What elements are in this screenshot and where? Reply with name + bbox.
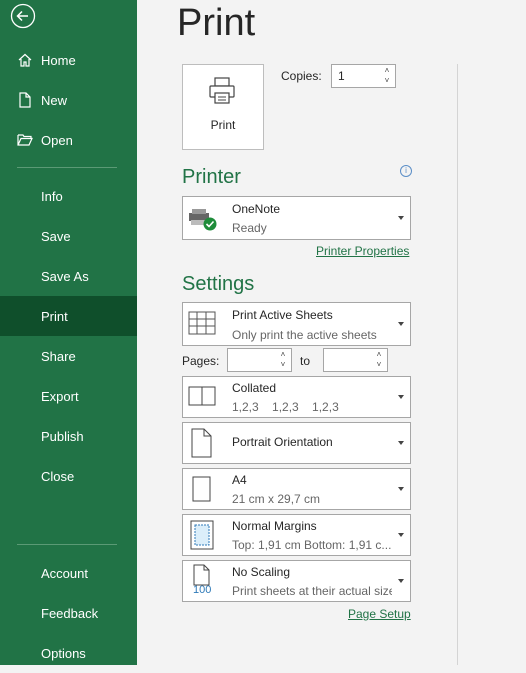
margins-icon: [190, 520, 214, 550]
pages-label: Pages:: [182, 354, 220, 368]
print-what-dropdown[interactable]: Print Active Sheets Only print the activ…: [182, 302, 411, 346]
spin-up-icon[interactable]: ˄: [278, 350, 288, 360]
pages-to-label: to: [300, 354, 311, 368]
sidebar-item-export[interactable]: Export: [0, 376, 137, 416]
printer-status: Ready: [232, 221, 267, 235]
chevron-down-icon: [398, 441, 404, 445]
print-button[interactable]: Print: [182, 64, 264, 150]
print-what-subtitle: Only print the active sheets: [232, 328, 377, 342]
page-setup-link[interactable]: Page Setup: [348, 607, 411, 621]
scaling-icon-text: 100: [193, 584, 212, 596]
paper-size-title: A4: [232, 473, 247, 487]
folder-icon: [16, 131, 34, 149]
sidebar-item-home[interactable]: Home: [0, 40, 137, 80]
sidebar-divider: [17, 544, 117, 545]
sidebar-item-label: Publish: [41, 428, 84, 444]
spin-down-icon[interactable]: ˅: [278, 360, 288, 370]
copies-label: Copies:: [281, 69, 322, 83]
pages-from-input[interactable]: ˄ ˅: [227, 348, 292, 372]
sidebar-item-label: Save: [41, 228, 71, 244]
spin-down-icon[interactable]: ˅: [382, 76, 392, 86]
printer-dropdown[interactable]: OneNote Ready: [182, 196, 411, 240]
preview-separator: [457, 64, 458, 665]
sidebar-item-label: New: [41, 92, 68, 108]
spin-down-icon[interactable]: ˅: [374, 360, 384, 370]
margins-title: Normal Margins: [232, 519, 317, 533]
sidebar-item-open[interactable]: Open: [0, 120, 137, 160]
sidebar-divider: [17, 167, 117, 168]
paper-size-icon: [192, 476, 211, 502]
sidebar-item-print[interactable]: Print: [0, 296, 137, 336]
home-icon: [16, 51, 34, 69]
sidebar-item-label: Info: [41, 188, 63, 204]
sidebar-item-label: Home: [41, 52, 76, 68]
scaling-subtitle: Print sheets at their actual size: [232, 584, 392, 598]
sidebar-item-save-as[interactable]: Save As: [0, 256, 137, 296]
sidebar-item-label: Feedback: [41, 605, 99, 621]
collation-subtitle: 1,2,3 1,2,3 1,2,3: [232, 400, 339, 414]
page-title: Print: [177, 2, 256, 44]
sheet-grid-icon: [188, 311, 216, 335]
sidebar-item-label: Account: [41, 565, 88, 581]
back-arrow-icon[interactable]: [10, 3, 36, 29]
backstage-sidebar: Home New Open Info Save Save As Print Sh…: [0, 0, 137, 665]
scaling-title: No Scaling: [232, 565, 291, 579]
paper-size-subtitle: 21 cm x 29,7 cm: [232, 492, 321, 506]
print-what-title: Print Active Sheets: [232, 308, 333, 322]
chevron-down-icon: [398, 216, 404, 220]
orientation-dropdown[interactable]: Portrait Orientation: [182, 422, 411, 464]
sidebar-item-label: Print: [41, 308, 68, 324]
sidebar-item-close[interactable]: Close: [0, 456, 137, 496]
sidebar-item-label: Open: [41, 132, 73, 148]
spin-up-icon[interactable]: ˄: [382, 66, 392, 76]
printer-heading: Printer: [182, 166, 241, 188]
sidebar-item-label: Share: [41, 348, 76, 364]
margins-subtitle: Top: 1,91 cm Bottom: 1,91 c...: [232, 538, 392, 552]
copies-input[interactable]: 1 ˄ ˅: [331, 64, 396, 88]
sidebar-item-label: Export: [41, 388, 79, 404]
portrait-page-icon: [191, 428, 212, 458]
sidebar-item-share[interactable]: Share: [0, 336, 137, 376]
sidebar-item-label: Close: [41, 468, 75, 484]
printer-properties-link[interactable]: Printer Properties: [316, 244, 409, 258]
info-icon[interactable]: i: [400, 165, 412, 177]
scaling-icon: 100: [187, 564, 217, 598]
printer-icon: [209, 77, 235, 104]
sidebar-item-options[interactable]: Options: [0, 633, 137, 673]
collation-title: Collated: [232, 381, 277, 395]
chevron-down-icon: [398, 487, 404, 491]
sidebar-item-account[interactable]: Account: [0, 553, 137, 593]
chevron-down-icon: [398, 322, 404, 326]
margins-dropdown[interactable]: Normal Margins Top: 1,91 cm Bottom: 1,91…: [182, 514, 411, 556]
printer-ready-icon: [189, 209, 217, 231]
sidebar-item-save[interactable]: Save: [0, 216, 137, 256]
sidebar-item-publish[interactable]: Publish: [0, 416, 137, 456]
spin-up-icon[interactable]: ˄: [374, 350, 384, 360]
chevron-down-icon: [398, 579, 404, 583]
paper-size-dropdown[interactable]: A4 21 cm x 29,7 cm: [182, 468, 411, 510]
orientation-title: Portrait Orientation: [232, 435, 333, 449]
copies-value: 1: [338, 69, 345, 83]
pages-to-input[interactable]: ˄ ˅: [323, 348, 388, 372]
chevron-down-icon: [398, 395, 404, 399]
collated-icon: [188, 386, 216, 406]
scaling-dropdown[interactable]: 100 No Scaling Print sheets at their act…: [182, 560, 411, 602]
settings-heading: Settings: [182, 273, 255, 295]
sidebar-item-label: Save As: [41, 268, 89, 284]
print-button-label: Print: [210, 118, 236, 132]
collation-dropdown[interactable]: Collated 1,2,3 1,2,3 1,2,3: [182, 376, 411, 418]
new-file-icon: [16, 91, 34, 109]
sidebar-item-info[interactable]: Info: [0, 176, 137, 216]
sidebar-item-label: Options: [41, 645, 86, 661]
chevron-down-icon: [398, 533, 404, 537]
printer-name: OneNote: [232, 202, 281, 216]
sidebar-item-new[interactable]: New: [0, 80, 137, 120]
sidebar-item-feedback[interactable]: Feedback: [0, 593, 137, 633]
